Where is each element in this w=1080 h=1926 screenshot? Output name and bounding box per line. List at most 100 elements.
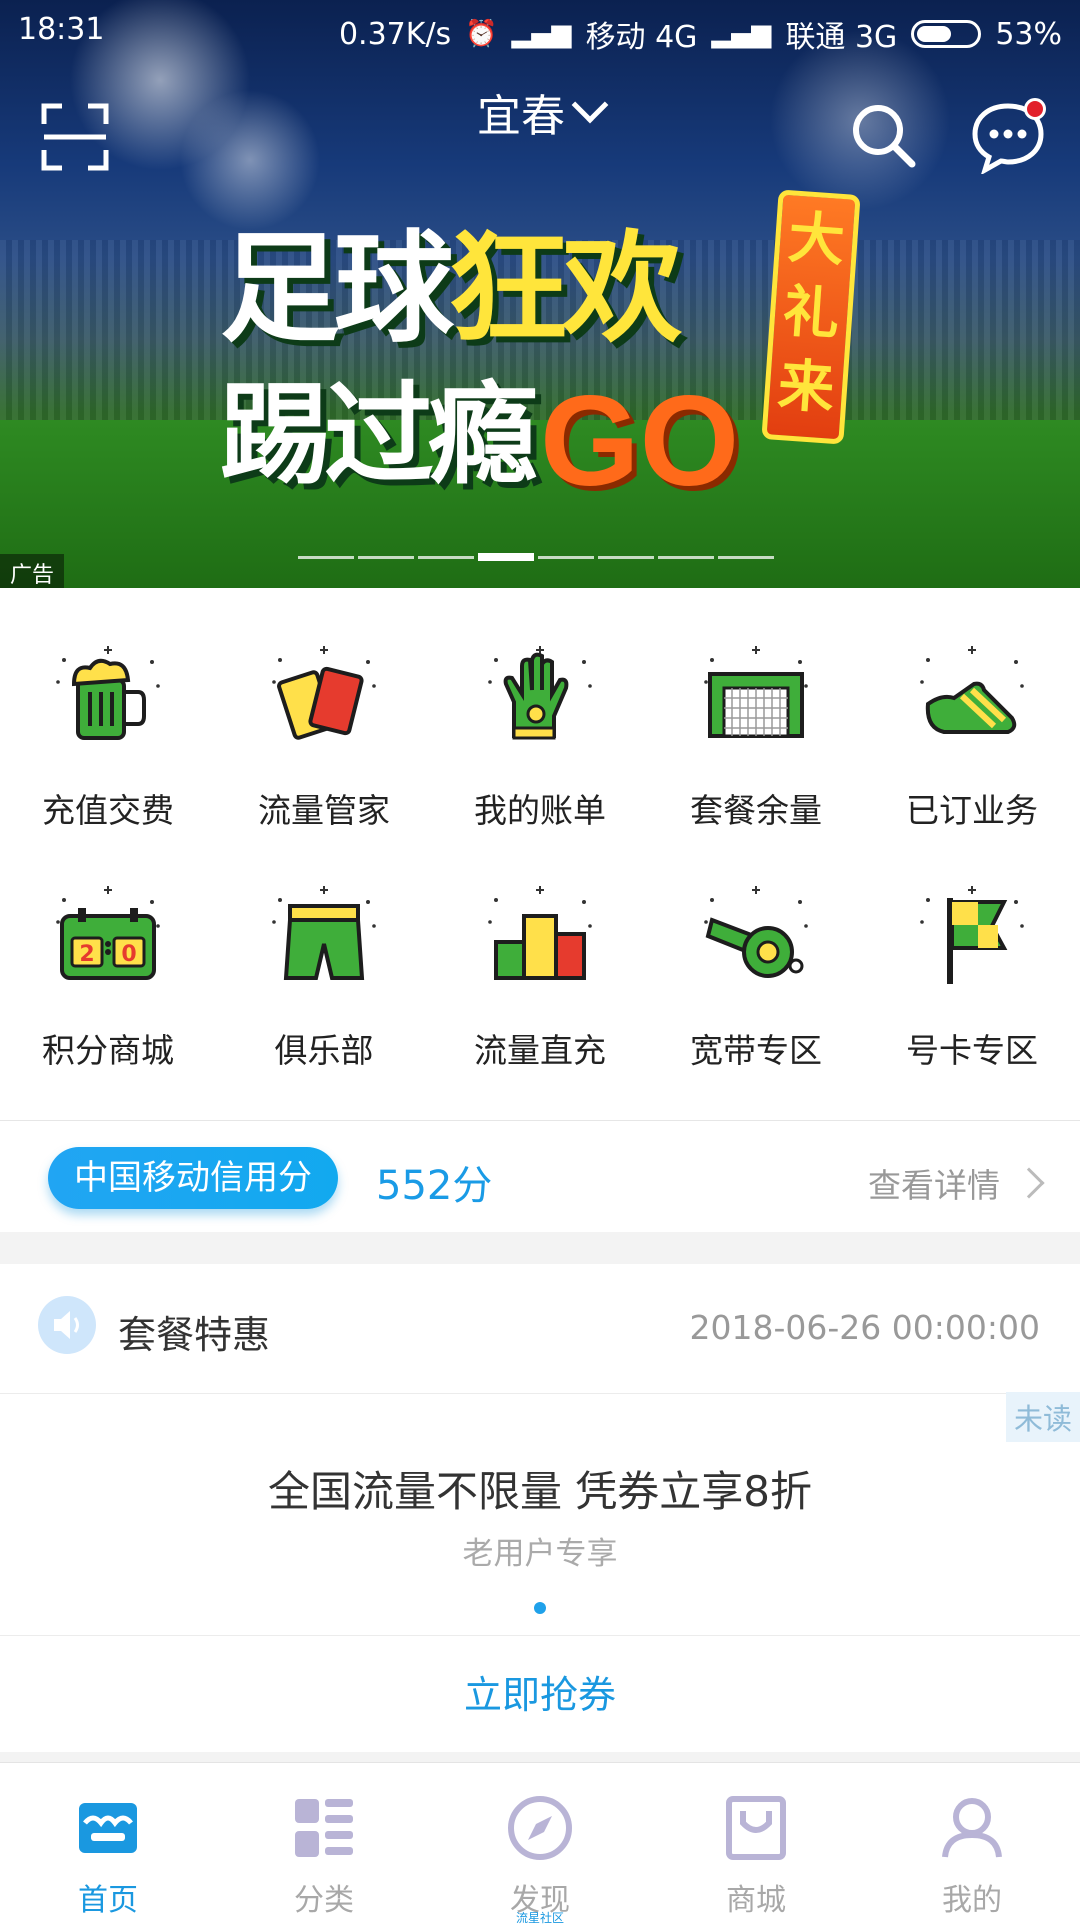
grab-coupon-button[interactable]: 立即抢券 (0, 1664, 1080, 1719)
credit-detail-label: 查看详情 (868, 1166, 1000, 1205)
corner-flag-icon (920, 886, 1024, 984)
divider (0, 1635, 1080, 1636)
svg-text:0: 0 (121, 942, 136, 967)
tab-home-label: 首页 (78, 1883, 138, 1918)
notice-title: 套餐特惠 (118, 1313, 271, 1357)
credit-score: 552分 (376, 1163, 493, 1209)
battery-level: 53% (995, 16, 1062, 52)
svg-text:2: 2 (79, 942, 94, 967)
grid-item-label: 宽带专区 (690, 1031, 822, 1070)
city-selector[interactable]: 宜春 (0, 80, 1080, 144)
tab-category[interactable]: 分类 (216, 1763, 432, 1920)
tab-mine[interactable]: 我的 (864, 1763, 1080, 1920)
tab-category-label: 分类 (294, 1883, 354, 1918)
promo-pager-dot (534, 1602, 546, 1614)
carousel-dot[interactable] (358, 556, 414, 559)
service-grid: 充值交费 流量管家 我的账单 套餐余量 已订业务 2 0 积分商城 俱乐部 流量直充 宽带专区 号卡专… (0, 640, 1080, 1086)
status-time: 18:31 (18, 12, 105, 47)
carousel-dots[interactable] (298, 553, 774, 561)
carousel-dot[interactable] (298, 556, 354, 559)
scoreboard-icon: 20 (56, 886, 160, 980)
headline-line-2: 踢过瘾 (220, 371, 538, 499)
headline-line-1: 足球狂欢 (220, 230, 682, 350)
grid-item-label: 流量直充 (474, 1031, 606, 1070)
signal-icon: ▂▄▆ (511, 19, 572, 49)
category-icon (295, 1799, 353, 1857)
grid-item-label: 流量管家 (258, 791, 390, 830)
ad-tag: 广告 (0, 554, 65, 588)
credit-pill[interactable]: 中国移动信用分 (48, 1147, 338, 1209)
tab-discover-sublabel: 流星社区 (515, 1911, 564, 1925)
whistle-icon (704, 886, 808, 978)
grid-item-label: 已订业务 (906, 791, 1038, 830)
alarm-icon: ⏰ (465, 19, 498, 49)
shopping-bag-icon (726, 1796, 786, 1860)
tab-home[interactable]: 首页 (0, 1763, 216, 1920)
grid-item-2[interactable]: 我的账单 (432, 640, 648, 846)
chevron-down-icon (571, 86, 609, 124)
podium-icon (488, 886, 592, 980)
status-right: 0.37K/s ⏰ ▂▄▆ 移动 4G ▂▄▆ 联通 3G 53% (339, 12, 1062, 56)
carousel-dot[interactable] (598, 556, 654, 559)
bottom-nav: 首页 分类 发现 流星社区 商城 我的 (0, 1762, 1080, 1925)
gift-badge: 大礼来 (761, 189, 861, 445)
headline-text-white: 足球 (220, 220, 454, 359)
grid-item-8[interactable]: 宽带专区 (648, 880, 864, 1086)
notice-header[interactable]: 套餐特惠 2018-06-26 00:00:00 (0, 1264, 1080, 1394)
city-name: 宜春 (477, 91, 565, 142)
carousel-dot[interactable] (718, 556, 774, 559)
goal-net-icon (704, 646, 808, 738)
grid-item-label: 充值交费 (42, 791, 174, 830)
top-nav: 宜春 (0, 80, 1080, 176)
carousel-dot[interactable] (478, 553, 534, 561)
carousel-dot[interactable] (418, 556, 474, 559)
grid-item-7[interactable]: 流量直充 (432, 880, 648, 1086)
carousel-dot[interactable] (538, 556, 594, 559)
grid-item-label: 积分商城 (42, 1031, 174, 1070)
network-speed: 0.37K/s (338, 16, 452, 52)
tab-mine-label: 我的 (942, 1883, 1002, 1918)
search-icon[interactable] (848, 100, 918, 170)
battery-icon (911, 20, 982, 48)
beer-mug-icon (56, 646, 160, 740)
user-icon (942, 1798, 1002, 1858)
football-boot-icon (920, 646, 1024, 734)
home-icon (79, 1803, 137, 1853)
speaker-icon (38, 1296, 96, 1354)
tab-mall-label: 商城 (726, 1883, 786, 1918)
section-gap (0, 1232, 1080, 1264)
tab-mall[interactable]: 商城 (648, 1763, 864, 1920)
grid-item-label: 号卡专区 (906, 1031, 1038, 1070)
unread-badge (1024, 98, 1046, 120)
promo-title[interactable]: 全国流量不限量 凭券立享8折 (0, 1458, 1080, 1519)
unread-tag: 未读 (1005, 1392, 1080, 1442)
grid-item-0[interactable]: 充值交费 (0, 640, 216, 846)
carousel-dot[interactable] (658, 556, 714, 559)
status-bar: 18:31 0.37K/s ⏰ ▂▄▆ 移动 4G ▂▄▆ 联通 3G 53% (0, 0, 1080, 60)
goalkeeper-glove-icon (488, 646, 592, 740)
grid-item-9[interactable]: 号卡专区 (864, 880, 1080, 1086)
notice-time: 2018-06-26 00:00:00 (689, 1308, 1040, 1347)
grid-item-label: 套餐余量 (690, 791, 822, 830)
grid-item-5[interactable]: 2 0 积分商城 (0, 880, 216, 1086)
credit-detail-link[interactable]: 查看详情 (868, 1159, 1045, 1207)
grid-item-label: 俱乐部 (274, 1031, 374, 1070)
compass-icon (508, 1796, 572, 1860)
carrier-1: 移动 4G (585, 20, 698, 55)
grid-item-4[interactable]: 已订业务 (864, 640, 1080, 846)
credit-row[interactable]: 中国移动信用分 552分 查看详情 (0, 1120, 1080, 1232)
carrier-2: 联通 3G (785, 20, 898, 55)
grid-item-1[interactable]: 流量管家 (216, 640, 432, 846)
hero-banner[interactable]: 18:31 0.37K/s ⏰ ▂▄▆ 移动 4G ▂▄▆ 联通 3G 53% … (0, 0, 1080, 588)
grid-item-6[interactable]: 俱乐部 (216, 880, 432, 1086)
signal-icon-2: ▂▄▆ (711, 19, 772, 49)
section-gap-2 (0, 1752, 1080, 1762)
grid-item-label: 我的账单 (474, 791, 606, 830)
grid-item-3[interactable]: 套餐余量 (648, 640, 864, 846)
shorts-icon (272, 886, 376, 980)
message-button[interactable] (970, 98, 1046, 176)
chevron-right-icon (1013, 1167, 1045, 1199)
tab-discover[interactable]: 发现 流星社区 (432, 1763, 648, 1925)
promo-subtitle: 老用户专享 (462, 1536, 618, 1572)
headline-text-yellow: 狂欢 (448, 220, 682, 359)
